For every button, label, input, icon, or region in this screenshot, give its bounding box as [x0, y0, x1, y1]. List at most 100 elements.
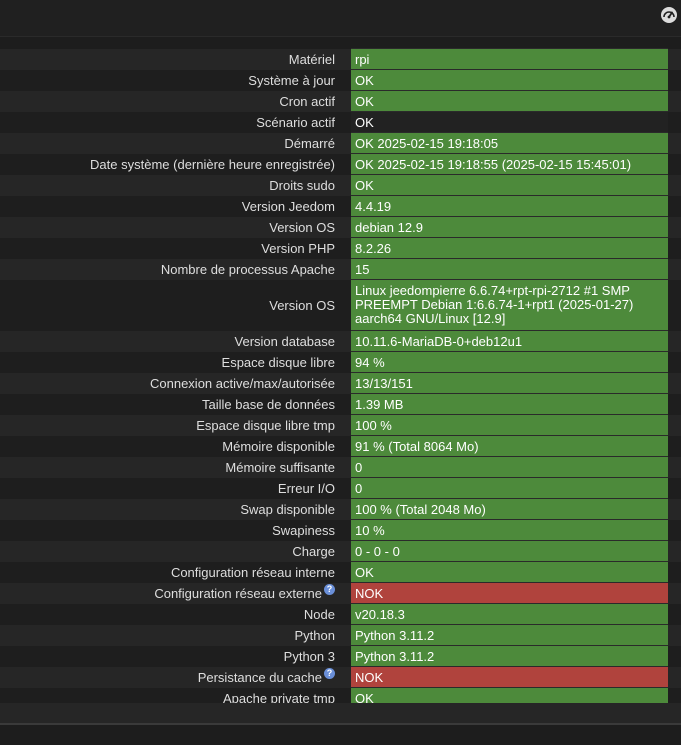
panel-header: [0, 0, 681, 37]
footer-divider: [0, 723, 681, 725]
status-value: 0: [351, 477, 668, 499]
row-spacer: [342, 498, 351, 520]
table-row: Configuration réseau externe? NOK: [0, 582, 681, 604]
row-end: [668, 435, 681, 457]
status-value: 1.39 MB: [351, 393, 668, 415]
row-label: Scénario actif: [0, 111, 342, 133]
row-label-text: Date système (dernière heure enregistrée…: [90, 156, 335, 172]
row-end: [668, 48, 681, 70]
gauge-icon[interactable]: [660, 6, 678, 24]
status-value: OK: [351, 69, 668, 91]
row-spacer: [342, 69, 351, 91]
row-label-text: Node: [303, 606, 335, 622]
row-spacer: [342, 519, 351, 541]
row-spacer: [342, 561, 351, 583]
row-spacer: [342, 258, 351, 280]
status-value: OK 2025-02-15 19:18:55 (2025-02-15 15:45…: [351, 153, 668, 175]
row-spacer: [342, 435, 351, 457]
row-spacer: [342, 153, 351, 175]
row-spacer: [342, 540, 351, 562]
status-value: 91 % (Total 8064 Mo): [351, 435, 668, 457]
status-value: 10.11.6-MariaDB-0+deb12u1: [351, 330, 668, 352]
table-row: Version PHP 8.2.26: [0, 237, 681, 259]
row-label-text: Système à jour: [248, 72, 335, 88]
table-row: Mémoire suffisante 0: [0, 456, 681, 478]
row-end: [668, 414, 681, 436]
health-rows: Matériel rpi Système à jour OK Cron actif OK S…: [0, 48, 681, 709]
status-value: NOK: [351, 582, 668, 604]
row-label-text: Connexion active/max/autorisée: [150, 375, 335, 391]
row-label-text: Charge: [292, 543, 335, 559]
row-spacer: [342, 477, 351, 499]
row-end: [668, 498, 681, 520]
row-end: [668, 195, 681, 217]
row-end: [668, 90, 681, 112]
table-row: Espace disque libre tmp 100 %: [0, 414, 681, 436]
row-label-text: Version database: [234, 333, 335, 349]
row-label: Espace disque libre: [0, 351, 342, 373]
status-value: 8.2.26: [351, 237, 668, 259]
row-end: [668, 132, 681, 154]
row-label: Version Jeedom: [0, 195, 342, 217]
status-value: 15: [351, 258, 668, 280]
row-label: Taille base de données: [0, 393, 342, 415]
row-label-text: Erreur I/O: [277, 480, 335, 496]
status-value: Linux jeedompierre 6.6.74+rpt-rpi-2712 #…: [351, 279, 668, 331]
row-label: Mémoire disponible: [0, 435, 342, 457]
status-value: v20.18.3: [351, 603, 668, 625]
row-label: Erreur I/O: [0, 477, 342, 499]
table-row: Version Jeedom 4.4.19: [0, 195, 681, 217]
panel-footer: [0, 703, 681, 723]
row-label: Charge: [0, 540, 342, 562]
row-end: [668, 237, 681, 259]
table-row: Taille base de données 1.39 MB: [0, 393, 681, 415]
row-spacer: [342, 195, 351, 217]
status-value: rpi: [351, 48, 668, 70]
row-end: [668, 561, 681, 583]
row-end: [668, 351, 681, 373]
row-end: [668, 393, 681, 415]
row-spacer: [342, 372, 351, 394]
row-spacer: [342, 48, 351, 70]
row-label-text: Version Jeedom: [241, 198, 335, 214]
status-value: OK: [351, 561, 668, 583]
row-label: Python 3: [0, 645, 342, 667]
row-spacer: [342, 237, 351, 259]
row-label: Configuration réseau externe?: [0, 582, 342, 604]
row-end: [668, 174, 681, 196]
table-row: Node v20.18.3: [0, 603, 681, 625]
help-icon[interactable]: ?: [324, 583, 335, 595]
row-label-text: Cron actif: [279, 93, 335, 109]
table-row: Scénario actif OK: [0, 111, 681, 133]
row-label: Node: [0, 603, 342, 625]
row-spacer: [342, 279, 351, 331]
row-label-text: Configuration réseau externe: [154, 585, 322, 601]
table-row: Version OS Linux jeedompierre 6.6.74+rpt-…: [0, 279, 681, 331]
status-value: debian 12.9: [351, 216, 668, 238]
status-value: 0: [351, 456, 668, 478]
row-spacer: [342, 393, 351, 415]
table-row: Python Python 3.11.2: [0, 624, 681, 646]
status-value: NOK: [351, 666, 668, 688]
table-row: Mémoire disponible 91 % (Total 8064 Mo): [0, 435, 681, 457]
row-label-text: Version OS: [269, 297, 335, 313]
row-spacer: [342, 132, 351, 154]
row-spacer: [342, 216, 351, 238]
row-label-text: Configuration réseau interne: [170, 564, 335, 580]
row-end: [668, 582, 681, 604]
row-label: Matériel: [0, 48, 342, 70]
row-label: Configuration réseau interne: [0, 561, 342, 583]
row-spacer: [342, 414, 351, 436]
row-end: [668, 540, 681, 562]
row-label-text: Python 3: [283, 648, 335, 664]
table-row: Nombre de processus Apache 15: [0, 258, 681, 280]
help-icon[interactable]: ?: [324, 667, 335, 679]
row-label-text: Scénario actif: [256, 114, 335, 130]
row-label: Mémoire suffisante: [0, 456, 342, 478]
row-label-text: Version PHP: [261, 240, 335, 256]
row-spacer: [342, 174, 351, 196]
row-end: [668, 519, 681, 541]
row-label-text: Taille base de données: [202, 396, 335, 412]
table-row: Swap disponible 100 % (Total 2048 Mo): [0, 498, 681, 520]
row-spacer: [342, 603, 351, 625]
